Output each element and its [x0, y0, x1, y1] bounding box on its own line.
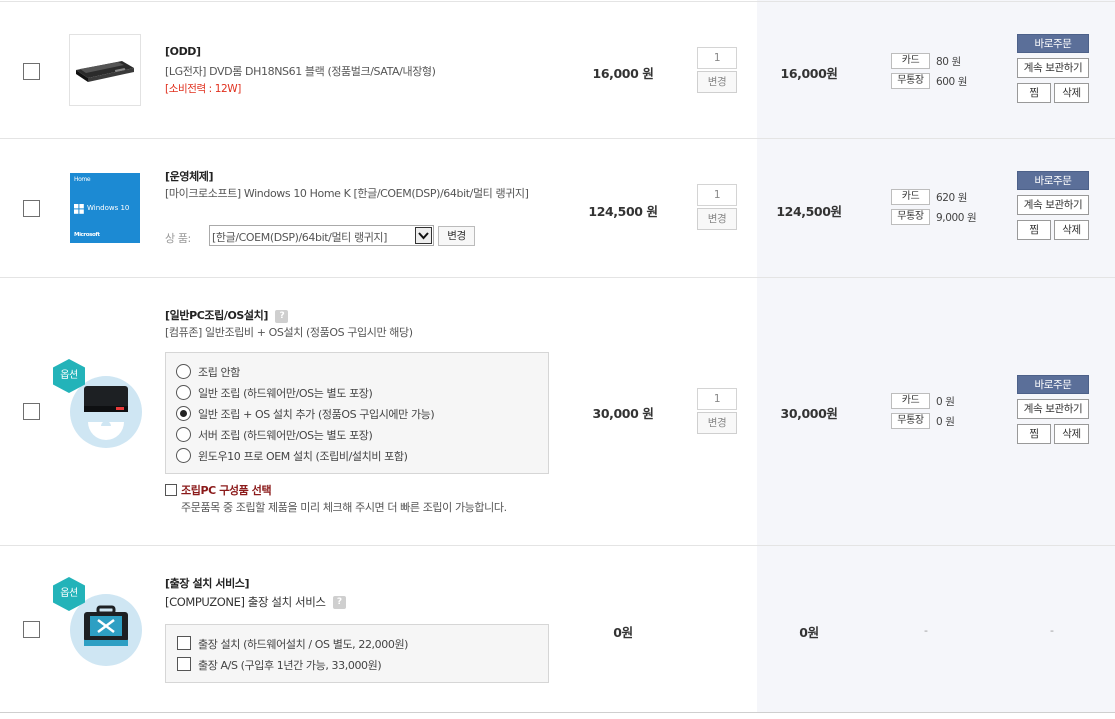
select-parts-note: 주문품목 중 조립할 제품을 미리 체크해 주시면 더 빠른 조립이 가능합니다…: [181, 501, 507, 514]
total-price: 16,000원: [780, 66, 838, 81]
cart-row-odd: [ODD] [LG전자] DVD롬 DH18NS61 블랙 (정품벌크/SATA…: [0, 1, 1115, 138]
cash-point-value: 0 원: [936, 416, 955, 428]
wish-button[interactable]: 찜: [1017, 424, 1051, 444]
product-category-text: [일반PC조립/OS설치]: [165, 309, 269, 322]
assembly-option-label[interactable]: 윈도우10 프로 OEM 설치 (조립비/설치비 포함): [198, 448, 408, 464]
thumb-title: Windows 10: [87, 204, 130, 212]
assembly-option-radio-3[interactable]: [176, 427, 191, 442]
chevron-down-icon[interactable]: [415, 227, 432, 244]
quantity-input[interactable]: 1: [697, 388, 737, 410]
thumb-brand: Microsoft: [74, 232, 100, 238]
pc-assembly-icon: [84, 386, 128, 440]
total-price: 0원: [799, 625, 819, 640]
product-category[interactable]: [ODD]: [165, 45, 201, 58]
assembly-option-radio-2[interactable]: [176, 406, 191, 421]
order-now-button[interactable]: 바로주문: [1017, 375, 1089, 394]
windows-product-thumbnail[interactable]: Home Windows 10 Microsoft: [70, 173, 140, 243]
total-price: 124,500원: [776, 204, 842, 219]
assembly-option-label[interactable]: 조립 안함: [198, 364, 240, 380]
total-price: 30,000원: [780, 406, 838, 421]
action-placeholder: -: [1050, 624, 1054, 637]
onsite-option-label[interactable]: 출장 A/S (구입후 1년간 가능, 33,000원): [198, 657, 382, 673]
card-point-value: 0 원: [936, 396, 955, 408]
power-consumption: [소비전력 : 12W]: [165, 83, 241, 95]
table-bottom-border: [0, 712, 1115, 713]
delete-button[interactable]: 삭제: [1054, 220, 1089, 240]
cart-row-onsite-service: 옵션 [출장 설치 서비스] [COMPUZONE] 출장 설치 서비스 ? 출…: [0, 545, 1115, 712]
assembly-option-label[interactable]: 서버 조립 (하드웨어만/OS는 별도 포장): [198, 427, 373, 443]
dvd-drive-icon: [76, 61, 134, 82]
card-point-label: 카드: [891, 53, 930, 69]
keep-button[interactable]: 계속 보관하기: [1017, 58, 1089, 78]
cash-point-label: 무통장: [891, 73, 930, 89]
row-select-checkbox[interactable]: [23, 621, 40, 638]
card-point-value: 620 원: [936, 192, 968, 204]
cart-row-os: Home Windows 10 Microsoft [운영체제] [마이크로소프…: [0, 138, 1115, 277]
assembly-option-radio-4[interactable]: [176, 448, 191, 463]
option-select-value: [한글/COEM(DSP)/64bit/멀티 랭귀지]: [212, 231, 388, 244]
order-now-button[interactable]: 바로주문: [1017, 34, 1089, 53]
toolbox-icon: [84, 605, 128, 646]
unit-price: 124,500 원: [588, 204, 658, 219]
row-select-checkbox[interactable]: [23, 403, 40, 420]
option-change-button[interactable]: 변경: [438, 226, 475, 246]
select-parts-link[interactable]: 조립PC 구성품 선택: [181, 482, 272, 498]
unit-price: 30,000 원: [592, 406, 654, 421]
delete-button[interactable]: 삭제: [1054, 424, 1089, 444]
cart-row-assembly: 옵션 [일반PC조립/OS설치] ? [컴퓨존] 일반조립비 + OS설치 (정…: [0, 277, 1115, 545]
help-icon[interactable]: ?: [332, 596, 346, 609]
quantity-change-button[interactable]: 변경: [697, 71, 737, 93]
cash-point-value: 9,000 원: [936, 212, 977, 224]
row-select-checkbox[interactable]: [23, 63, 40, 80]
wish-button[interactable]: 찜: [1017, 220, 1051, 240]
cash-point-label: 무통장: [891, 413, 930, 429]
option-select[interactable]: [한글/COEM(DSP)/64bit/멀티 랭귀지]: [209, 225, 434, 246]
wish-button[interactable]: 찜: [1017, 83, 1051, 103]
select-parts-checkbox[interactable]: [165, 484, 177, 496]
help-icon[interactable]: ?: [275, 309, 289, 323]
assembly-option-label[interactable]: 일반 조립 + OS 설치 추가 (정품OS 구입시에만 가능): [198, 406, 435, 422]
row-select-checkbox[interactable]: [23, 200, 40, 217]
cash-point-label: 무통장: [891, 209, 930, 225]
order-now-button[interactable]: 바로주문: [1017, 171, 1089, 190]
assembly-options-box: 조립 안함 일반 조립 (하드웨어만/OS는 별도 포장) 일반 조립 + OS…: [165, 352, 549, 474]
keep-button[interactable]: 계속 보관하기: [1017, 195, 1089, 215]
assembly-option-radio-1[interactable]: [176, 385, 191, 400]
quantity-change-button[interactable]: 변경: [697, 412, 737, 434]
onsite-option-checkbox-1[interactable]: [177, 657, 191, 671]
quantity-input[interactable]: 1: [697, 47, 737, 69]
product-name[interactable]: [마이크로소프트] Windows 10 Home K [한글/COEM(DSP…: [165, 185, 529, 201]
onsite-option-label[interactable]: 출장 설치 (하드웨어설치 / OS 별도, 22,000원): [198, 636, 408, 652]
windows-logo-icon: [74, 204, 84, 214]
cash-point-value: 600 원: [936, 76, 968, 88]
thumb-edition: Home: [74, 176, 91, 183]
point-placeholder: -: [924, 624, 928, 637]
keep-button[interactable]: 계속 보관하기: [1017, 399, 1089, 419]
quantity-input[interactable]: 1: [697, 184, 737, 206]
assembly-option-radio-0[interactable]: [176, 364, 191, 379]
option-label: 상 품:: [165, 232, 191, 245]
product-thumbnail[interactable]: [69, 34, 141, 106]
onsite-service-thumbnail[interactable]: [70, 594, 142, 666]
onsite-option-checkbox-0[interactable]: [177, 636, 191, 650]
card-point-label: 카드: [891, 189, 930, 205]
assembly-service-thumbnail[interactable]: [70, 376, 142, 448]
card-point-value: 80 원: [936, 56, 961, 68]
unit-price: 0원: [613, 625, 633, 640]
product-name[interactable]: [컴퓨존] 일반조립비 + OS설치 (정품OS 구입시만 해당): [165, 324, 413, 340]
product-name[interactable]: [COMPUZONE] 출장 설치 서비스 ?: [165, 594, 346, 610]
product-name-text: [COMPUZONE] 출장 설치 서비스: [165, 595, 326, 609]
product-category[interactable]: [출장 설치 서비스]: [165, 575, 250, 591]
card-point-label: 카드: [891, 393, 930, 409]
delete-button[interactable]: 삭제: [1054, 83, 1089, 103]
product-category[interactable]: [운영체제]: [165, 168, 214, 184]
product-name[interactable]: [LG전자] DVD롬 DH18NS61 블랙 (정품벌크/SATA/내장형): [165, 63, 436, 79]
assembly-option-label[interactable]: 일반 조립 (하드웨어만/OS는 별도 포장): [198, 385, 373, 401]
quantity-change-button[interactable]: 변경: [697, 208, 737, 230]
product-category[interactable]: [일반PC조립/OS설치] ?: [165, 307, 289, 323]
onsite-options-box: 출장 설치 (하드웨어설치 / OS 별도, 22,000원) 출장 A/S (…: [165, 624, 549, 683]
unit-price: 16,000 원: [592, 66, 654, 81]
